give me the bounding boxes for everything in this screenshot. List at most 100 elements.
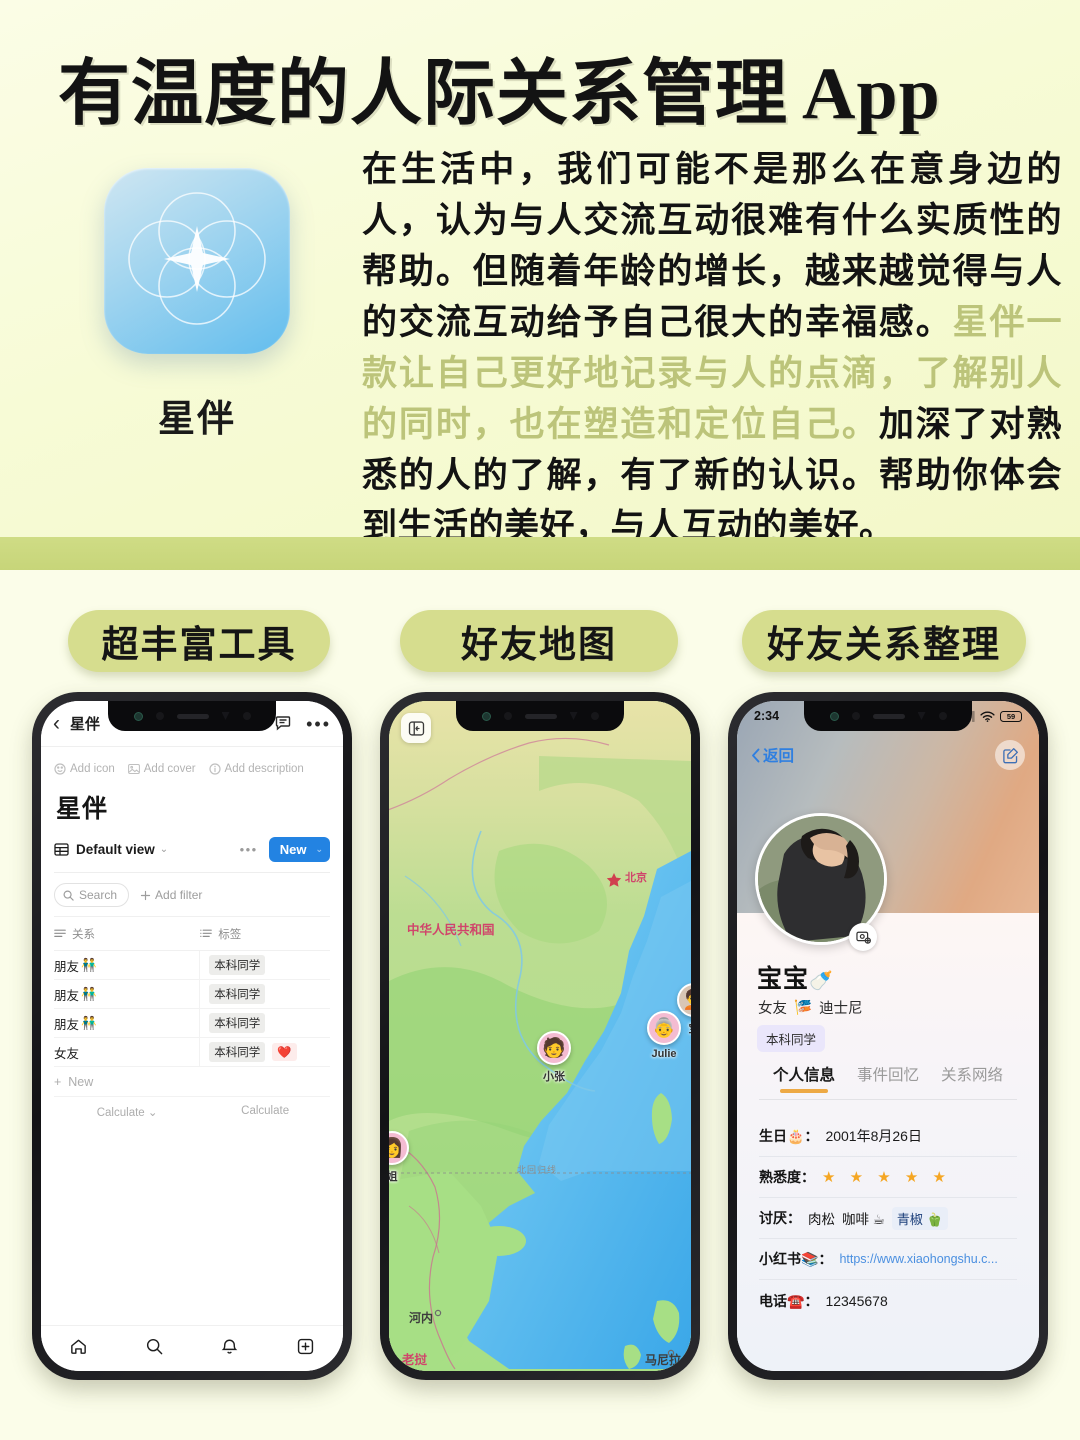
phone-mockup-map: 北京 中华人民共和国 北回归线 河内 老挝 马尼拉 🧑 小张 👵 Julie 🧑…	[380, 692, 700, 1380]
edit-square-icon[interactable]	[995, 740, 1025, 770]
calculate-right-button[interactable]: Calculate	[200, 1105, 330, 1119]
profile-nav: 返回	[737, 737, 1039, 773]
tab-personal-info[interactable]: 个人信息	[773, 1063, 835, 1093]
app-name: 星伴	[158, 398, 236, 439]
table-row[interactable]: 女友 本科同学 ❤️	[54, 1038, 330, 1067]
info-key: 讨厌：	[759, 1208, 801, 1228]
sensor-dot-icon	[851, 712, 860, 720]
row-relation-cell[interactable]: 朋友 👬	[54, 951, 201, 979]
row-relation-cell[interactable]: 朋友 👬	[54, 980, 201, 1008]
row-relation-text: 朋友	[54, 1017, 80, 1032]
notion-page-title[interactable]: 星伴	[56, 789, 330, 825]
section-label-map: 好友地图	[400, 610, 678, 672]
column-header-relation[interactable]: 关系	[54, 926, 200, 942]
table-row[interactable]: 朋友 👬 本科同学	[54, 1009, 330, 1038]
add-description-button[interactable]: Add description	[208, 763, 304, 775]
map-label-tropic: 北回归线	[517, 1165, 558, 1175]
chevron-down-icon[interactable]: ⌄	[315, 844, 323, 855]
map-pin-friend[interactable]: 🧑 小张	[537, 1031, 571, 1084]
map-pin-friend[interactable]: 👵 Julie	[647, 1011, 681, 1060]
avatar: 🧑‍🦱	[677, 983, 691, 1017]
tag-chip: 本科同学	[209, 955, 266, 975]
table-row[interactable]: 朋友 👬 本科同学	[54, 951, 330, 980]
people-emoji-icon: 👬	[81, 957, 97, 972]
view-more-button[interactable]: •••	[240, 842, 258, 857]
info-row-familiarity[interactable]: 熟悉度： ★ ★ ★ ★ ★	[759, 1157, 1017, 1198]
map-label-hanoi: 河内	[409, 1311, 434, 1325]
profile-link[interactable]: https://www.xiaohongshu.c...	[839, 1252, 997, 1266]
plus-box-icon[interactable]	[296, 1337, 315, 1361]
notion-column-headers: 关系 标签	[54, 917, 330, 951]
chevron-down-icon[interactable]: ⌄	[160, 844, 168, 855]
dislike-chip: 咖啡 ☕	[842, 1212, 885, 1227]
row-relation-cell[interactable]: 朋友 👬	[54, 1009, 201, 1037]
emoji-icon	[54, 763, 66, 775]
add-new-row-button[interactable]: + New	[54, 1067, 330, 1097]
row-relation-cell[interactable]: 女友	[54, 1038, 201, 1066]
phone1-notch	[108, 701, 276, 731]
info-separator: ：	[801, 1169, 815, 1185]
hero-paragraph: 在生活中，我们可能不是那么在意身边的人，认为与人交流互动很难有什么实质性的帮助。…	[362, 144, 1062, 552]
column-header-tag-label: 标签	[218, 929, 242, 941]
info-row-birthday[interactable]: 生日🎂： 2001年8月26日	[759, 1116, 1017, 1157]
more-dots-icon[interactable]: •••	[306, 715, 331, 733]
phone2-screen: 北京 中华人民共和国 北回归线 河内 老挝 马尼拉 🧑 小张 👵 Julie 🧑…	[389, 701, 691, 1371]
table-row[interactable]: 朋友 👬 本科同学	[54, 980, 330, 1009]
search-input[interactable]: Search	[54, 883, 130, 907]
add-cover-button[interactable]: Add cover	[127, 763, 196, 775]
row-tag-cell[interactable]: 本科同学	[200, 984, 330, 1004]
column-header-tag[interactable]: 标签	[200, 926, 241, 942]
new-button[interactable]: New ⌄	[268, 837, 330, 862]
info-separator: ：	[804, 1128, 819, 1144]
notion-view-name[interactable]: Default view	[76, 842, 155, 857]
comment-icon[interactable]	[275, 716, 291, 731]
layers-icon[interactable]	[401, 713, 431, 743]
features-section: 超丰富工具 好友地图 好友关系整理 ‹ 星伴 ••• Add icon Add …	[0, 570, 1080, 1440]
avatar: 👵	[647, 1011, 681, 1045]
row-tag-cell[interactable]: 本科同学 ❤️	[200, 1042, 330, 1062]
row-tag-cell[interactable]: 本科同学	[200, 1013, 330, 1033]
map-pin-friend[interactable]: 🧑‍🦱 宝	[677, 983, 691, 1036]
new-button-label: New	[279, 842, 307, 857]
info-key: 熟悉度：	[759, 1167, 815, 1187]
info-row-dislikes[interactable]: 讨厌： 肉松 咖啡 ☕ 青椒 🫑	[759, 1198, 1017, 1239]
app-icon-graphic	[128, 192, 266, 325]
chevron-left-icon[interactable]: ‹	[53, 713, 60, 734]
section-divider	[0, 537, 1080, 570]
map-label-country: 中华人民共和国	[407, 923, 495, 937]
speaker-icon	[524, 713, 557, 719]
tab-relation-network[interactable]: 关系网络	[941, 1063, 1003, 1085]
calculate-left-button[interactable]: Calculate ⌄	[54, 1105, 200, 1119]
search-icon[interactable]	[145, 1337, 164, 1361]
bell-icon[interactable]	[220, 1337, 239, 1361]
section-labels: 超丰富工具 好友地图 好友关系整理	[0, 610, 1080, 676]
notion-calculate-row: Calculate ⌄ Calculate	[54, 1097, 330, 1119]
friend-map[interactable]: 北京 中华人民共和国 北回归线 河内 老挝 马尼拉 🧑 小张 👵 Julie 🧑…	[389, 701, 691, 1371]
row-tag-cell[interactable]: 本科同学	[200, 955, 330, 975]
home-icon[interactable]	[69, 1337, 88, 1361]
info-key: 电话☎️：	[759, 1291, 818, 1311]
add-cover-label: Add cover	[143, 763, 196, 775]
camera-icon	[481, 711, 491, 721]
add-description-label: Add description	[224, 763, 304, 775]
flag-emoji-icon: 🎏	[794, 1000, 813, 1016]
telephone-emoji-icon: ☎️	[787, 1292, 805, 1309]
phone3-screen: 2:34 59 返回 宝宝🍼 女友 🎏 迪士尼 本科同学 个人信息 事件回忆 关…	[737, 701, 1039, 1371]
back-button[interactable]: 返回	[751, 744, 794, 766]
search-icon	[63, 890, 74, 901]
tag-chip: 本科同学	[209, 1042, 266, 1062]
map-pin-name: 宝	[677, 1020, 692, 1036]
calculate-right-label: Calculate	[241, 1105, 290, 1117]
add-icon-button[interactable]: Add icon	[54, 763, 115, 775]
camera-icon[interactable]	[849, 923, 877, 951]
map-pin-friend[interactable]: 👩 姐	[389, 1131, 409, 1184]
info-row-phone[interactable]: 电话☎️： 12345678	[759, 1280, 1017, 1321]
row-relation-text: 朋友	[54, 988, 80, 1003]
multiselect-icon	[200, 929, 213, 937]
proximity-sensor-icon	[569, 712, 578, 720]
notion-body: Add icon Add cover Add description 星伴 De…	[41, 747, 343, 1119]
tab-event-memory[interactable]: 事件回忆	[857, 1063, 919, 1085]
info-row-xiaohongshu[interactable]: 小红书📚： https://www.xiaohongshu.c...	[759, 1239, 1017, 1280]
notion-page-breadcrumb[interactable]: 星伴	[70, 713, 100, 734]
add-filter-button[interactable]: Add filter	[140, 888, 202, 902]
